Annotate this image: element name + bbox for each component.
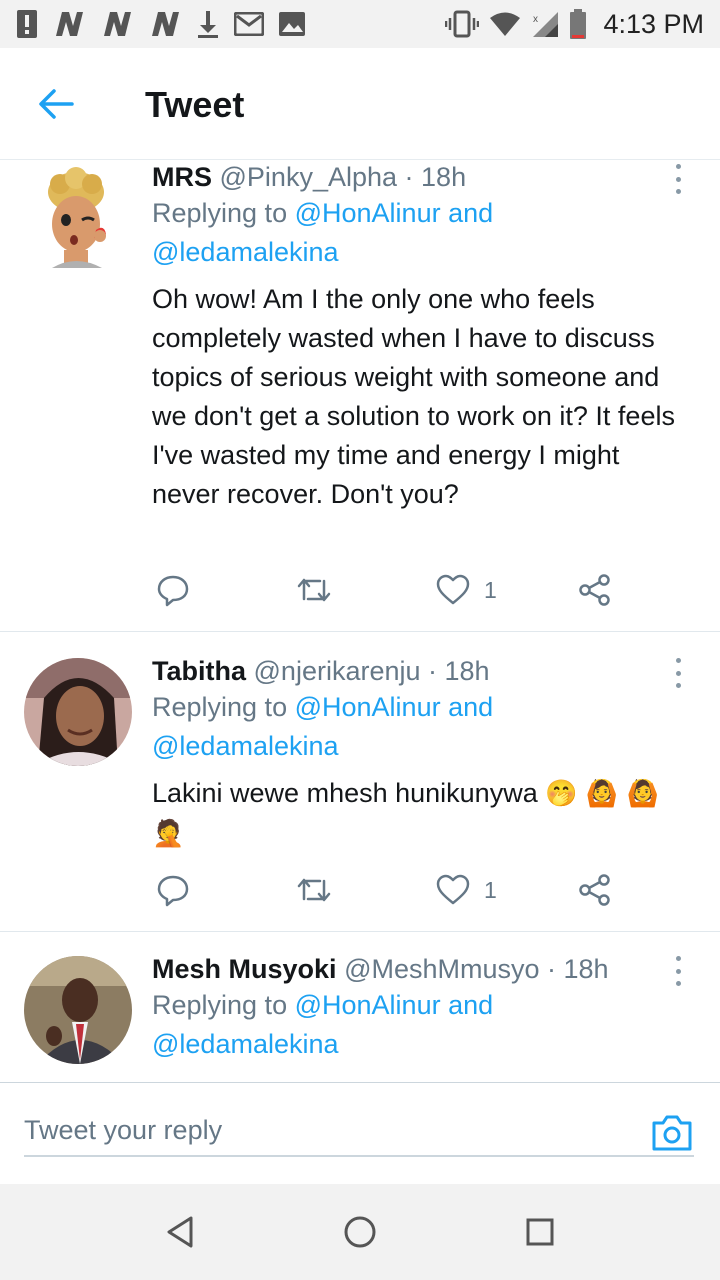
replying-to: Replying to @HonAlinur and @ledamalekina bbox=[152, 986, 632, 1064]
reply-feed[interactable]: MRS @Pinky_Alpha · 18h Replying to @HonA… bbox=[0, 160, 720, 1082]
tweet[interactable]: MRS @Pinky_Alpha · 18h Replying to @HonA… bbox=[0, 160, 720, 632]
more-options-button[interactable] bbox=[670, 658, 686, 688]
like-count: 1 bbox=[484, 876, 497, 903]
reply-composer bbox=[0, 1082, 720, 1184]
status-bar: x 4:13 PM bbox=[0, 0, 720, 48]
share-button[interactable] bbox=[578, 870, 612, 910]
square-recents-icon bbox=[526, 1218, 554, 1246]
news-icon bbox=[56, 12, 83, 36]
nav-back-button[interactable] bbox=[156, 1208, 204, 1256]
like-button[interactable]: 1 bbox=[436, 870, 497, 910]
mention-link[interactable]: @ledamalekina bbox=[152, 1029, 339, 1059]
profile-photo bbox=[24, 658, 132, 766]
page-title: Tweet bbox=[145, 84, 245, 125]
mention-link[interactable]: @HonAlinur bbox=[295, 198, 441, 228]
camera-icon bbox=[652, 1115, 692, 1151]
display-name[interactable]: Mesh Musyoki bbox=[152, 954, 337, 984]
vibrate-icon bbox=[445, 10, 480, 38]
share-icon bbox=[579, 574, 610, 606]
clock: 4:13 PM bbox=[603, 8, 704, 39]
tweet-header: Tabitha @njerikarenju · 18h bbox=[152, 656, 490, 687]
tweet-actions: 1 bbox=[152, 870, 622, 910]
share-button[interactable] bbox=[578, 570, 612, 610]
heart-icon bbox=[436, 574, 470, 605]
svg-text:x: x bbox=[533, 14, 538, 25]
tweet-actions: 1 bbox=[152, 570, 622, 610]
system-navigation-bar bbox=[0, 1184, 720, 1280]
tweet-header: MRS @Pinky_Alpha · 18h bbox=[152, 162, 466, 193]
mention-conjunction[interactable]: and bbox=[448, 692, 493, 722]
reply-button[interactable] bbox=[156, 570, 190, 610]
avatar[interactable] bbox=[24, 658, 132, 766]
replying-to: Replying to @HonAlinur and @ledamalekina bbox=[152, 688, 632, 766]
more-options-button[interactable] bbox=[670, 164, 686, 194]
display-name[interactable]: Tabitha bbox=[152, 656, 246, 686]
tweet-text-content: Lakini wewe mhesh hunikunywa bbox=[152, 778, 538, 808]
reply-button[interactable] bbox=[156, 870, 190, 910]
triangle-back-icon bbox=[167, 1216, 193, 1248]
tweet-header: Mesh Musyoki @MeshMmusyo · 18h bbox=[152, 954, 609, 985]
wifi-icon bbox=[490, 12, 521, 36]
mention-link[interactable]: @ledamalekina bbox=[152, 237, 339, 267]
mention-link[interactable]: @ledamalekina bbox=[152, 731, 339, 761]
nav-recents-button[interactable] bbox=[516, 1208, 564, 1256]
retweet-button[interactable] bbox=[296, 870, 332, 910]
replying-to-label: Replying to bbox=[152, 692, 288, 722]
mention-link[interactable]: @HonAlinur bbox=[295, 990, 441, 1020]
image-icon bbox=[279, 12, 305, 36]
display-name[interactable]: MRS bbox=[152, 162, 212, 192]
share-icon bbox=[579, 874, 610, 906]
reply-input[interactable] bbox=[24, 1105, 694, 1157]
signal-icon: x bbox=[533, 12, 559, 37]
camera-button[interactable] bbox=[650, 1113, 694, 1157]
tweet[interactable]: Mesh Musyoki @MeshMmusyo · 18h Replying … bbox=[0, 932, 720, 1082]
retweet-button[interactable] bbox=[296, 570, 332, 610]
notification-icons bbox=[16, 9, 306, 39]
user-handle[interactable]: @njerikarenju bbox=[254, 656, 421, 686]
mention-conjunction[interactable]: and bbox=[448, 198, 493, 228]
alert-icon bbox=[17, 10, 37, 38]
user-handle[interactable]: @Pinky_Alpha bbox=[220, 162, 398, 192]
timestamp: · 18h bbox=[404, 162, 467, 192]
timestamp: · 18h bbox=[428, 656, 490, 686]
back-arrow-icon bbox=[39, 89, 74, 119]
reply-icon bbox=[157, 875, 189, 907]
avatar[interactable] bbox=[24, 164, 132, 272]
replying-to: Replying to @HonAlinur and @ledamalekina bbox=[152, 194, 632, 272]
battery-icon bbox=[570, 9, 587, 39]
app-header: Tweet bbox=[0, 48, 720, 160]
bitmoji-avatar-image bbox=[48, 167, 106, 268]
timestamp: · 18h bbox=[547, 954, 609, 984]
avatar[interactable] bbox=[24, 956, 132, 1064]
back-button[interactable] bbox=[32, 82, 80, 126]
gmail-icon bbox=[234, 12, 264, 36]
replying-to-label: Replying to bbox=[152, 990, 288, 1020]
replying-to-label: Replying to bbox=[152, 198, 288, 228]
tweet-text: Lakini wewe mhesh hunikunywa 🤭 🙆 🙆 🤦 bbox=[152, 774, 692, 854]
news-icon bbox=[104, 12, 131, 36]
news-icon bbox=[152, 12, 179, 36]
retweet-icon bbox=[297, 878, 331, 902]
tweet-text: Oh wow! Am I the only one who feels comp… bbox=[152, 284, 675, 509]
user-handle[interactable]: @MeshMmusyo bbox=[344, 954, 539, 984]
heart-icon bbox=[436, 874, 470, 905]
profile-photo bbox=[24, 956, 132, 1064]
download-icon bbox=[198, 11, 218, 38]
mention-conjunction[interactable]: and bbox=[448, 990, 493, 1020]
like-button[interactable]: 1 bbox=[436, 570, 497, 610]
system-icons: x 4:13 PM bbox=[445, 8, 704, 40]
tweet[interactable]: Tabitha @njerikarenju · 18h Replying to … bbox=[0, 632, 720, 932]
nav-home-button[interactable] bbox=[336, 1208, 384, 1256]
like-count: 1 bbox=[484, 576, 497, 603]
circle-home-icon bbox=[344, 1216, 376, 1248]
retweet-icon bbox=[297, 578, 331, 602]
reply-icon bbox=[157, 575, 189, 607]
more-options-button[interactable] bbox=[670, 956, 686, 986]
mention-link[interactable]: @HonAlinur bbox=[295, 692, 441, 722]
